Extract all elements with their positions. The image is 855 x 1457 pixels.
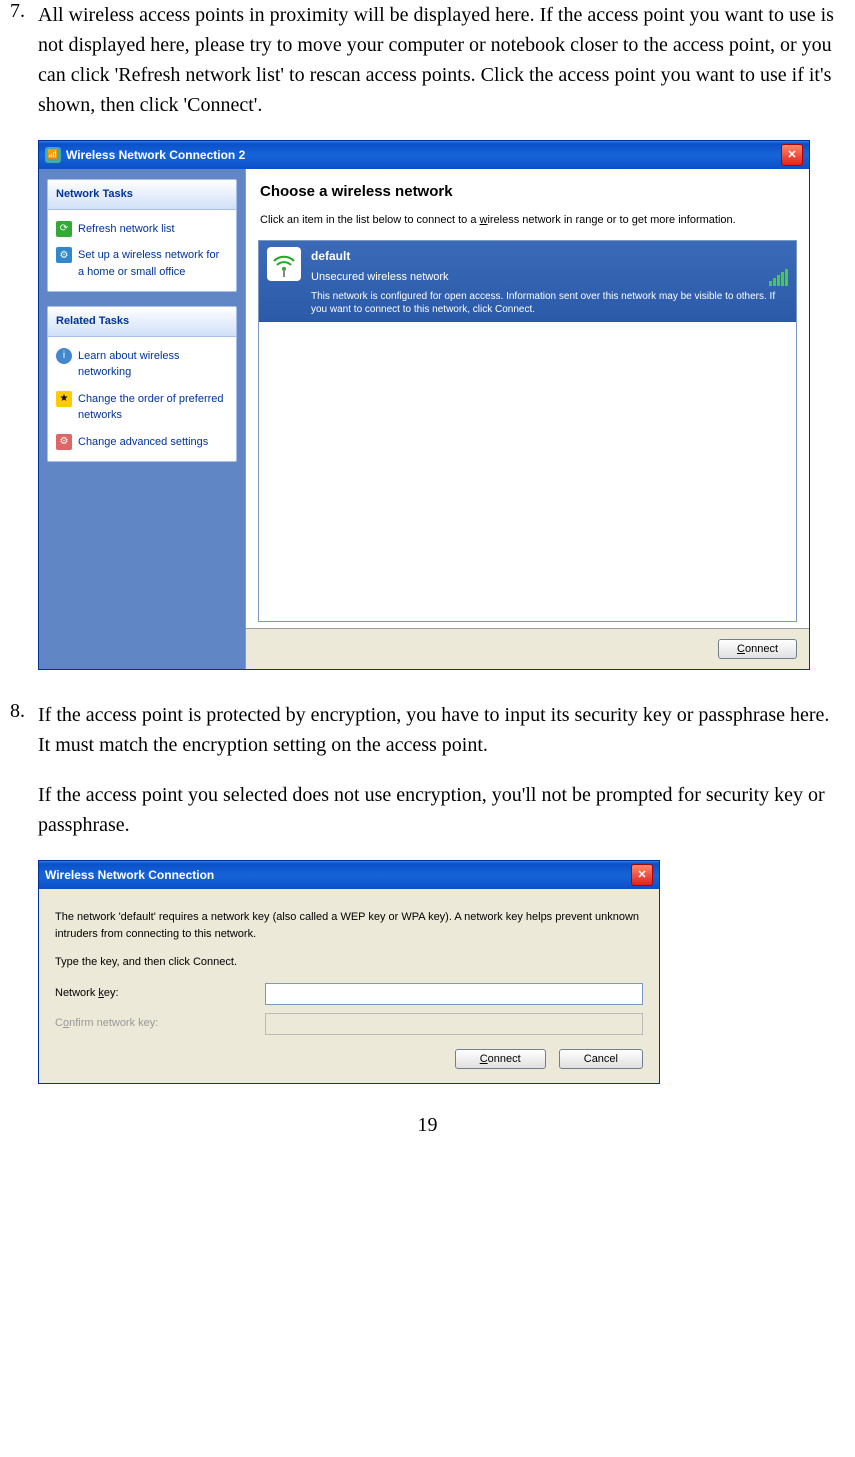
info-icon: i bbox=[56, 348, 72, 364]
network-status-text: Unsecured wireless network bbox=[311, 269, 449, 286]
change-order-link[interactable]: ★ Change the order of preferred networks bbox=[52, 386, 232, 429]
connect-button[interactable]: CConnectonnect bbox=[718, 639, 797, 659]
network-message: This network is configured for open acce… bbox=[311, 290, 788, 316]
network-key-input[interactable] bbox=[265, 983, 643, 1005]
network-name: default bbox=[311, 247, 788, 265]
window-titlebar[interactable]: 📶 Wireless Network Connection 2 ✕ bbox=[39, 141, 809, 169]
network-tasks-panel: Network Tasks ⟳ Refresh network list ⚙ S… bbox=[47, 179, 237, 292]
task-label: Refresh network list bbox=[78, 221, 175, 238]
step-number-8: 8. bbox=[10, 700, 38, 1084]
sidebar: Network Tasks ⟳ Refresh network list ⚙ S… bbox=[39, 169, 245, 669]
setup-wireless-network-link[interactable]: ⚙ Set up a wireless network for a home o… bbox=[52, 242, 232, 285]
dialog-instruction: Type the key, and then click Connect. bbox=[55, 954, 643, 971]
related-tasks-header: Related Tasks bbox=[48, 307, 236, 337]
signal-bars-icon bbox=[769, 269, 788, 286]
choose-network-heading: Choose a wireless network bbox=[260, 181, 795, 204]
confirm-key-label: Confirm network key: bbox=[55, 1015, 265, 1032]
network-tasks-header: Network Tasks bbox=[48, 180, 236, 210]
window-title: Wireless Network Connection 2 bbox=[66, 146, 781, 164]
step-number-7: 7. bbox=[10, 0, 38, 680]
refresh-icon: ⟳ bbox=[56, 221, 72, 237]
wireless-connection-window: 📶 Wireless Network Connection 2 ✕ Networ… bbox=[38, 140, 810, 670]
task-label: Set up a wireless network for a home or … bbox=[78, 247, 228, 280]
network-key-dialog: Wireless Network Connection ✕ The networ… bbox=[38, 860, 660, 1084]
cancel-button[interactable]: Cancel bbox=[559, 1049, 643, 1069]
close-button[interactable]: ✕ bbox=[781, 144, 803, 166]
confirm-key-input bbox=[265, 1013, 643, 1035]
step8-text-1: If the access point is protected by encr… bbox=[38, 700, 845, 760]
dialog-titlebar[interactable]: Wireless Network Connection ✕ bbox=[39, 861, 659, 889]
main-panel: Choose a wireless network Click an item … bbox=[245, 169, 809, 669]
dialog-message: The network 'default' requires a network… bbox=[55, 909, 643, 942]
task-label: Change the order of preferred networks bbox=[78, 391, 228, 424]
learn-wireless-link[interactable]: i Learn about wireless networking bbox=[52, 343, 232, 386]
refresh-network-list-link[interactable]: ⟳ Refresh network list bbox=[52, 216, 232, 243]
step8-text-2: If the access point you selected does no… bbox=[38, 780, 845, 840]
change-advanced-link[interactable]: ⚙ Change advanced settings bbox=[52, 429, 232, 456]
task-label: Learn about wireless networking bbox=[78, 348, 228, 381]
star-icon: ★ bbox=[56, 391, 72, 407]
gear-icon: ⚙ bbox=[56, 434, 72, 450]
page-number: 19 bbox=[10, 1114, 845, 1137]
dialog-title: Wireless Network Connection bbox=[45, 866, 631, 884]
network-key-label: Network key: bbox=[55, 985, 265, 1002]
connect-button[interactable]: Connect bbox=[455, 1049, 546, 1069]
close-button[interactable]: ✕ bbox=[631, 864, 653, 886]
network-list[interactable]: default Unsecured wireless network This … bbox=[258, 240, 797, 622]
step7-text: All wireless access points in proximity … bbox=[38, 0, 845, 120]
network-item-default[interactable]: default Unsecured wireless network This … bbox=[259, 241, 796, 322]
choose-network-subtitle: Click an item in the list below to conne… bbox=[260, 212, 795, 229]
related-tasks-panel: Related Tasks i Learn about wireless net… bbox=[47, 306, 237, 462]
task-label: Change advanced settings bbox=[78, 434, 208, 451]
signal-icon bbox=[267, 247, 301, 281]
setup-icon: ⚙ bbox=[56, 247, 72, 263]
wireless-icon: 📶 bbox=[45, 147, 61, 163]
